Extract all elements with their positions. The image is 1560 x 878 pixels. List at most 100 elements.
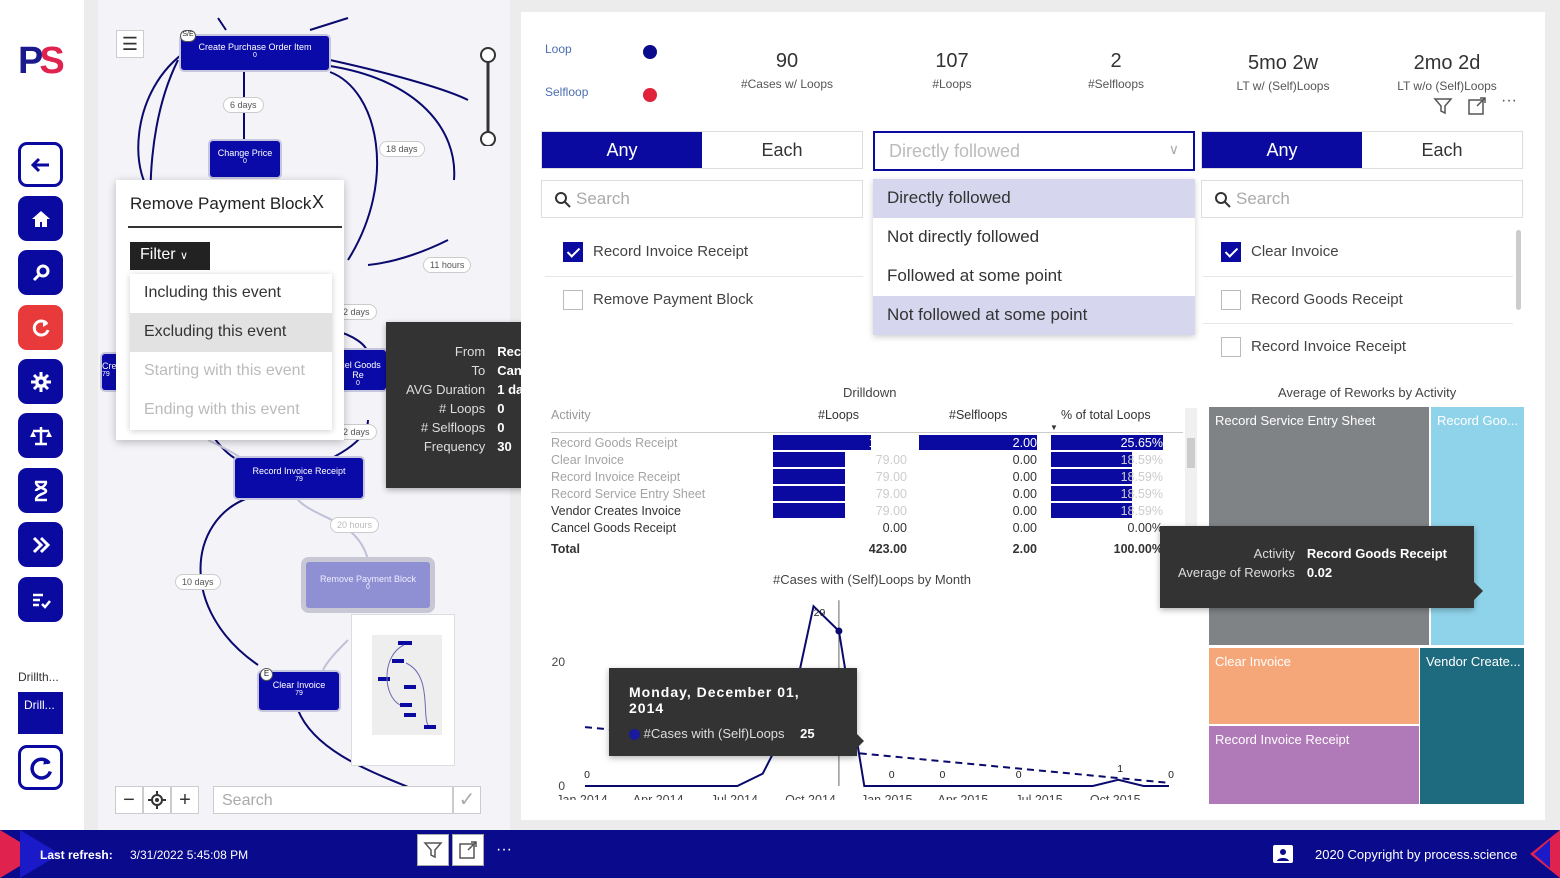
map-search-input[interactable]: Search (213, 786, 453, 814)
footer-decoration-right (1530, 830, 1560, 878)
node-record-invoice-receipt[interactable]: Record Invoice Receipt 79 (235, 458, 363, 498)
kpi-value: 2mo 2d (1413, 52, 1481, 74)
right-item-record-invoice-receipt[interactable]: Record Invoice Receipt (1221, 337, 1406, 359)
option-excluding[interactable]: Excluding this event (130, 313, 332, 352)
zoom-out-button[interactable]: − (115, 786, 143, 814)
scrollbar[interactable] (1516, 230, 1521, 310)
loops-button[interactable] (18, 305, 63, 350)
x-tick-label: Jan 2014 (556, 793, 607, 800)
node-create-purchase-order-item[interactable]: Create Purchase Order Item 0 (181, 36, 329, 70)
divider (551, 432, 1183, 433)
footer-more-button[interactable]: ··· (488, 834, 520, 866)
checkbox[interactable] (1221, 242, 1241, 262)
duration-label: 18 days (379, 141, 425, 157)
tile-label: Record Invoice Receipt (1215, 732, 1350, 747)
node-remove-payment-block[interactable]: Remove Payment Block 0 (306, 562, 430, 608)
divider (128, 226, 342, 228)
left-each-button[interactable]: Each (702, 132, 862, 168)
checkbox[interactable] (1221, 337, 1241, 357)
scale-icon (29, 426, 52, 445)
relation-dropdown[interactable]: Directly followed ∨ (873, 131, 1195, 171)
option-starting[interactable]: Starting with this event (130, 352, 332, 391)
chart-title: #Cases with (Self)Loops by Month (773, 572, 971, 587)
zoom-in-button[interactable]: + (171, 786, 199, 814)
popup-title: Remove Payment Block (130, 194, 312, 213)
more-options-icon[interactable]: ··· (1501, 93, 1517, 116)
tooltip-pointer (857, 734, 864, 748)
option-not-directly-followed[interactable]: Not directly followed (873, 218, 1195, 257)
explore-button[interactable] (18, 250, 63, 295)
left-search-input[interactable]: Search (541, 180, 863, 218)
option-not-followed-at-some-point[interactable]: Not followed at some point (873, 296, 1195, 335)
tile-label: Vendor Create... (1426, 654, 1521, 669)
x-tick-label: Oct 2014 (785, 793, 836, 800)
left-item-record-invoice-receipt[interactable]: Record Invoice Receipt (563, 242, 748, 264)
right-any-button[interactable]: Any (1202, 132, 1362, 168)
cell-loops: 0.00 (882, 521, 907, 535)
checkbox[interactable] (1221, 290, 1241, 310)
checklist-button[interactable] (18, 577, 63, 622)
node-change-price[interactable]: Change Price 0 (210, 141, 280, 177)
right-item-record-goods-receipt[interactable]: Record Goods Receipt (1221, 290, 1403, 312)
refresh-button[interactable] (18, 745, 63, 790)
back-arrow-icon (30, 157, 49, 172)
sort-desc-icon[interactable]: ▼ (1050, 423, 1058, 432)
last-refresh-value: 3/31/2022 5:45:08 PM (130, 848, 249, 862)
row-activity: Vendor Creates Invoice (551, 504, 681, 518)
option-ending[interactable]: Ending with this event (130, 391, 332, 430)
cell-selfloops: 2.00 (1012, 436, 1037, 450)
focus-mode-icon (459, 841, 477, 859)
total-pct: 100.00% (1113, 542, 1163, 556)
tooltip-row: Average of Reworks 0.02 (1172, 563, 1453, 582)
tile-record-invoice-receipt[interactable]: Record Invoice Receipt (1209, 726, 1419, 804)
right-search-input[interactable]: Search (1201, 180, 1523, 218)
x-tick-label: Apr 2015 (938, 793, 989, 800)
tile-vendor-creates-invoice[interactable]: Vendor Create... (1420, 648, 1524, 804)
close-icon[interactable]: X (312, 192, 324, 213)
home-icon (31, 210, 50, 227)
filter-dropdown[interactable]: Filter ∨ (130, 242, 210, 270)
total-loops: 423.00 (868, 542, 907, 556)
time-button[interactable] (18, 468, 63, 513)
data-label: 0 (1168, 769, 1174, 781)
y-tick-label: 20 (552, 655, 566, 669)
tooltip-key: # Loops (438, 401, 486, 416)
filter-icon[interactable] (1433, 96, 1453, 116)
left-item-remove-payment-block[interactable]: Remove Payment Block (563, 290, 753, 312)
tooltip-value: 0.02 (1306, 565, 1333, 580)
drillthrough-button[interactable]: Drill... (18, 692, 63, 734)
recenter-button[interactable] (143, 786, 171, 814)
menu-button[interactable]: ☰ (116, 30, 144, 58)
end-badge: E (260, 668, 273, 681)
main-panel: Loop Selfloop 90 #Cases w/ Loops 107 #Loop… (521, 12, 1545, 820)
home-button[interactable] (18, 196, 63, 241)
double-chevron-icon (32, 536, 50, 553)
option-followed-at-some-point[interactable]: Followed at some point (873, 257, 1195, 296)
footer-focus-button[interactable] (452, 834, 484, 866)
option-directly-followed[interactable]: Directly followed (873, 179, 1195, 218)
zoom-slider[interactable] (478, 46, 498, 146)
chart-tooltip: Monday, December 01, 2014 #Cases with (S… (609, 668, 857, 756)
settings-button[interactable] (18, 359, 63, 404)
dropdown-value: Directly followed (889, 141, 1021, 161)
option-including[interactable]: Including this event (130, 274, 332, 313)
scroll-thumb[interactable] (1187, 438, 1195, 468)
minimap[interactable] (351, 614, 455, 766)
confirm-search-button[interactable]: ✓ (453, 786, 481, 814)
compare-button[interactable] (18, 413, 63, 458)
right-each-button[interactable]: Each (1362, 132, 1522, 168)
checkbox[interactable] (563, 242, 583, 262)
checkbox[interactable] (563, 290, 583, 310)
back-button[interactable] (18, 142, 63, 187)
focus-mode-icon[interactable] (1467, 96, 1487, 116)
copyright-text: 2020 Copyright by process.science (1315, 847, 1518, 862)
loop-icon (32, 319, 49, 337)
user-icon[interactable] (1273, 845, 1293, 863)
footer-filter-button[interactable] (417, 834, 449, 866)
cell-selfloops: 0.00 (1012, 487, 1037, 501)
right-item-clear-invoice[interactable]: Clear Invoice (1221, 242, 1339, 264)
tile-clear-invoice[interactable]: Clear Invoice (1209, 648, 1419, 724)
forward-button[interactable] (18, 522, 63, 567)
left-any-button[interactable]: Any (542, 132, 702, 168)
col-header-loops: #Loops (818, 408, 860, 422)
